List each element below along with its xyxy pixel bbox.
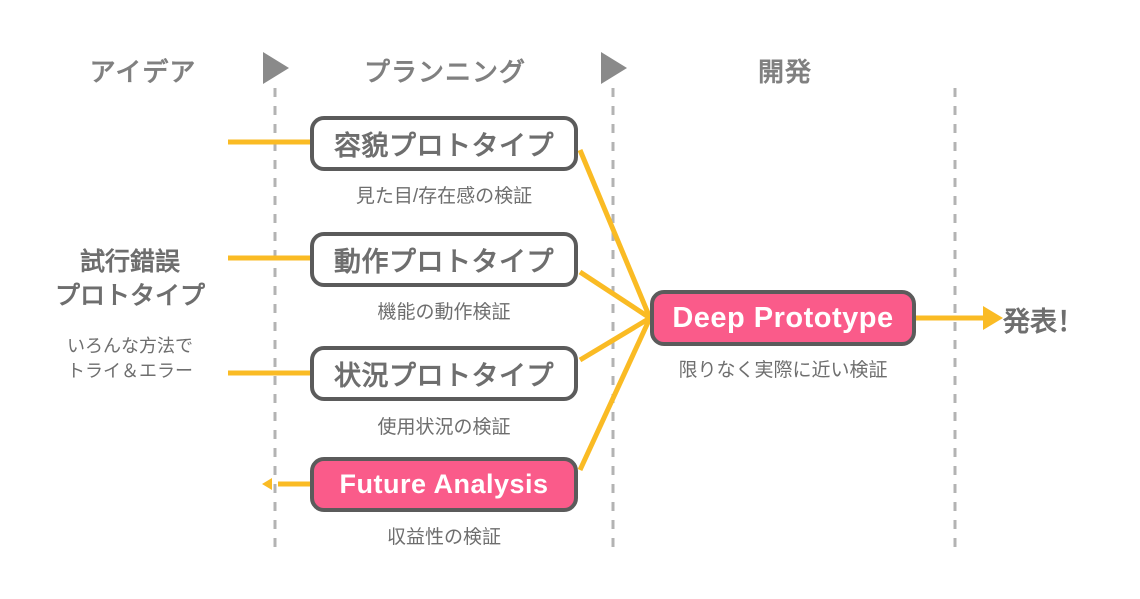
left-group-sub-line1: いろんな方法で <box>67 336 193 356</box>
stage-header-idea: アイデア <box>89 57 197 87</box>
outcome-arrowhead-icon <box>983 306 1003 330</box>
prototype-caption-appearance: 見た目/存在感の検証 <box>355 186 533 207</box>
prototype-caption-context: 使用状況の検証 <box>377 417 511 438</box>
left-group-title-line1: 試行錯誤 <box>79 248 180 276</box>
prototype-box-context[interactable]: 状況プロトタイプ <box>310 346 578 401</box>
deep-prototype-box[interactable]: Deep Prototype <box>650 290 916 346</box>
stage-header-planning: プランニング <box>363 57 526 87</box>
left-group-sub-line2: トライ＆エラー <box>67 361 193 381</box>
stage-header-development: 開発 <box>757 57 812 87</box>
deep-prototype-caption: 限りなく実際に近い検証 <box>678 360 888 381</box>
prototype-box-appearance[interactable]: 容貌プロトタイプ <box>310 116 578 171</box>
diagram-canvas: アイデア プランニング 開発 試行錯誤 プロトタイプ いろんな方法で トライ＆エ… <box>0 0 1140 599</box>
left-group-title-line2: プロトタイプ <box>54 282 205 310</box>
stage-triangle-icon-1 <box>263 52 289 84</box>
prototype-caption-behavior: 機能の動作検証 <box>377 302 511 323</box>
prototype-caption-future-analysis: 収益性の検証 <box>386 527 501 548</box>
stage-triangle-icon-2 <box>601 52 627 84</box>
outcome-label: 発表！ <box>1003 307 1084 337</box>
feed-arrowhead-4 <box>262 478 272 490</box>
prototype-box-behavior[interactable]: 動作プロトタイプ <box>310 232 578 287</box>
prototype-box-future-analysis[interactable]: Future Analysis <box>310 457 578 512</box>
